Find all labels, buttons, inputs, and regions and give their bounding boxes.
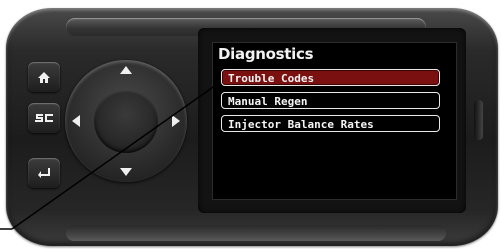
arrow-up-icon[interactable] (120, 66, 132, 74)
side-slot (474, 100, 483, 140)
display-screen: Diagnostics Trouble Codes Manual Regen I… (212, 42, 457, 200)
enter-back-icon (38, 168, 50, 178)
home-button[interactable] (28, 62, 60, 92)
sc-button[interactable] (28, 103, 60, 133)
back-button[interactable] (28, 158, 60, 188)
menu-item-trouble-codes[interactable]: Trouble Codes (221, 69, 440, 86)
device-bottom-rim (66, 225, 446, 241)
arrow-right-icon[interactable] (172, 115, 180, 127)
home-icon (38, 71, 50, 83)
arrow-left-icon[interactable] (72, 115, 80, 127)
sc-logo-icon (35, 114, 53, 122)
dpad-center-button[interactable] (94, 89, 158, 153)
menu-item-injector-balance-rates[interactable]: Injector Balance Rates (221, 115, 440, 132)
arrow-down-icon[interactable] (120, 168, 132, 176)
screen-title: Diagnostics (218, 45, 314, 63)
menu-item-manual-regen[interactable]: Manual Regen (221, 92, 440, 109)
